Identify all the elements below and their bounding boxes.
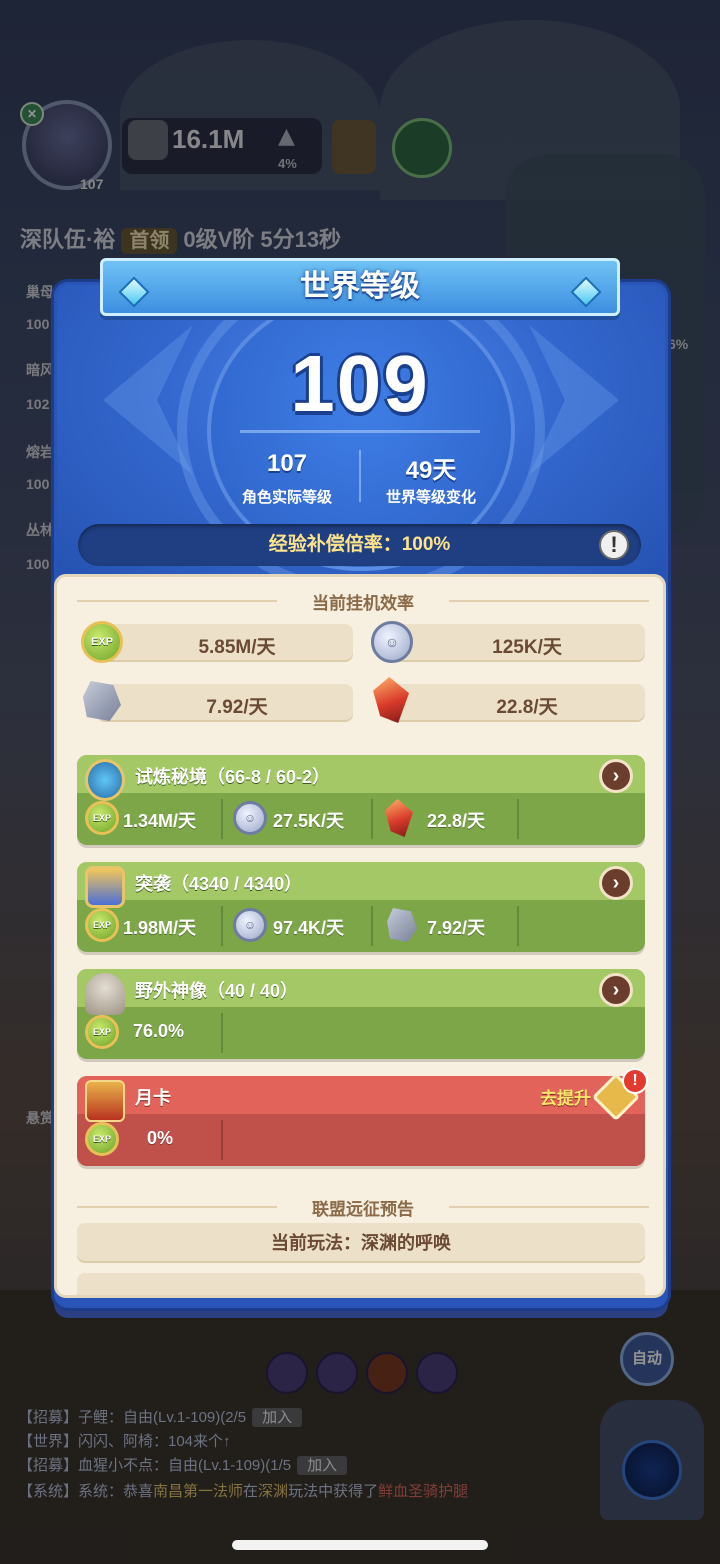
coin-icon: ☺ [233,801,267,835]
card-third-rate: 22.8/天 [427,811,486,831]
coin-icon: ☺ [371,621,413,663]
exp-compensation-bar: 经验补偿倍率：100% ! [78,524,641,566]
upgrade-label[interactable]: 去提升 [540,1084,591,1109]
character-level-value: 107 [266,450,308,477]
card-title: 试炼秘境（66-8 / 60-2） [135,767,331,787]
level-change-label: 世界等级变化 [385,489,476,506]
next-info-pill [77,1273,645,1295]
home-indicator[interactable] [232,1540,488,1550]
exp-icon: EXP [85,801,119,835]
crystal-icon [385,799,413,837]
chevron-right-icon[interactable]: › [599,866,633,900]
card-title: 月卡 [135,1088,171,1108]
card-title: 突袭（4340 / 4340） [135,874,303,894]
character-level-label: 角色实际等级 [241,489,332,506]
stone-icon [387,908,417,942]
level-change-days: 49天 [405,457,457,484]
divider [240,430,480,433]
exp-icon: EXP [85,908,119,942]
crystal-rate: 22.8/天 [496,697,558,718]
monthly-card[interactable]: 月卡 去提升 EXP 0% [77,1076,645,1166]
alliance-preview-title: 联盟远征预告 [57,1195,663,1220]
wild-statue-card[interactable]: 野外神像（40 / 40） › EXP 76.0% [77,969,645,1059]
exp-compensation-text: 经验补偿倍率：100% [268,534,451,555]
exp-icon: EXP [85,1122,119,1156]
card-exp-rate: 76.0% [133,1021,185,1041]
info-alert-icon[interactable]: ! [599,530,629,560]
card-third-rate: 7.92/天 [427,918,486,938]
afk-efficiency-title: 当前挂机效率 [57,589,663,614]
exp-icon: EXP [85,1015,119,1049]
current-mode-pill: 当前玩法：深渊的呼唤 [77,1223,645,1263]
chevron-right-icon[interactable]: › [599,973,633,1007]
trial-realm-card[interactable]: 试炼秘境（66-8 / 60-2） › EXP 1.34M/天 ☺ 27.5K/… [77,755,645,845]
panel-title: 世界等级 [300,270,420,303]
card-exp-rate: 0% [147,1128,174,1148]
world-level-value: 109 [290,339,430,428]
title-banner: 世界等级 [100,258,620,316]
card-title: 野外神像（40 / 40） [135,981,299,1001]
current-mode-text: 当前玩法：深渊的呼唤 [271,1233,451,1253]
card-exp-rate: 1.34M/天 [123,811,197,831]
exp-rate: 5.85M/天 [198,637,276,658]
stone-rate: 7.92/天 [206,697,268,718]
chevron-right-icon[interactable]: › [599,759,633,793]
card-exp-rate: 1.98M/天 [123,918,197,938]
card-coin-rate: 27.5K/天 [273,811,345,831]
divider [359,450,361,502]
raid-card[interactable]: 突袭（4340 / 4340） › EXP 1.98M/天 ☺ 97.4K/天 … [77,862,645,952]
card-coin-rate: 97.4K/天 [273,918,345,938]
coin-icon: ☺ [233,908,267,942]
alert-badge-icon: ! [622,1068,648,1094]
coin-rate: 125K/天 [492,637,562,658]
panel-body[interactable]: 当前挂机效率 EXP 5.85M/天 ☺ 125K/天 7.92/天 22.8/… [54,574,666,1298]
exp-icon: EXP [81,621,123,663]
